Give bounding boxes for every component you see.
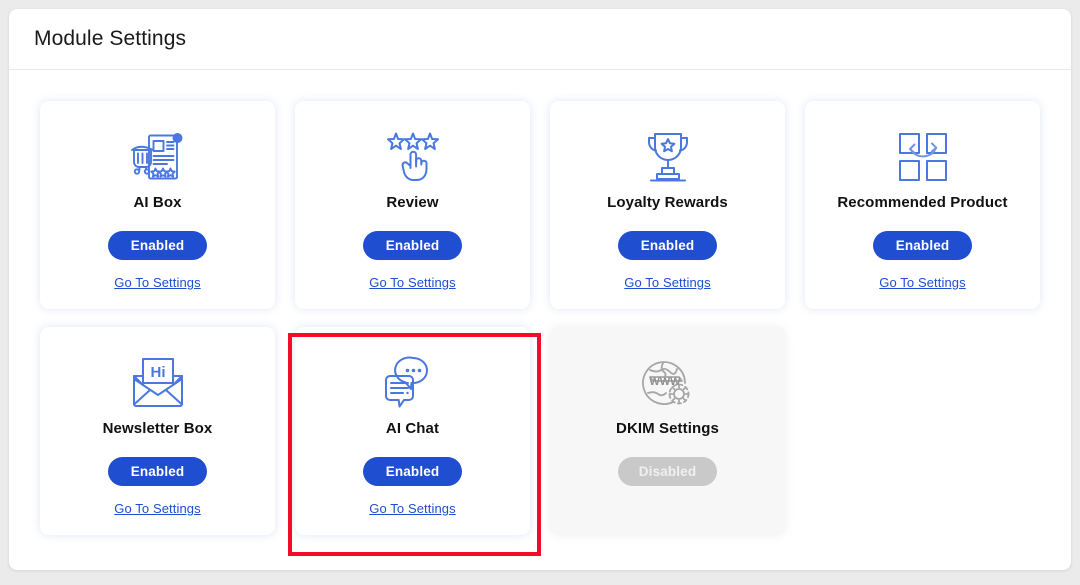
go-to-settings-link[interactable]: Go To Settings	[369, 275, 455, 290]
status-toggle-enabled[interactable]: Enabled	[108, 231, 207, 260]
review-stars-hand-icon	[385, 126, 441, 188]
module-settings-panel: Module Settings AI Box Enabled Go To Setti…	[9, 9, 1071, 570]
module-cell: Loyalty Rewards Enabled Go To Settings	[540, 101, 795, 327]
module-cell: AI Chat Enabled Go To Settings	[285, 327, 540, 553]
module-title: AI Box	[133, 194, 182, 211]
module-title: Review	[386, 194, 439, 211]
svg-text:WWW: WWW	[649, 376, 681, 388]
go-to-settings-link[interactable]: Go To Settings	[369, 501, 455, 516]
svg-text:Hi: Hi	[150, 364, 165, 381]
chat-bubbles-icon	[384, 352, 442, 414]
globe-www-gear-icon: WWW	[641, 352, 695, 414]
status-toggle-enabled[interactable]: Enabled	[873, 231, 972, 260]
status-toggle-enabled[interactable]: Enabled	[363, 457, 462, 486]
go-to-settings-link[interactable]: Go To Settings	[624, 275, 710, 290]
module-title: Recommended Product	[837, 194, 1008, 211]
module-title: Loyalty Rewards	[607, 194, 728, 211]
module-card[interactable]: Loyalty Rewards Enabled Go To Settings	[550, 101, 785, 309]
module-card-grid: AI Box Enabled Go To Settings Review Enable…	[9, 70, 1071, 553]
trophy-icon	[642, 126, 694, 188]
module-card[interactable]: AI Chat Enabled Go To Settings	[295, 327, 530, 535]
module-title: AI Chat	[385, 420, 440, 437]
status-toggle-disabled[interactable]: Disabled	[618, 457, 717, 486]
status-toggle-enabled[interactable]: Enabled	[363, 231, 462, 260]
go-to-settings-link[interactable]: Go To Settings	[114, 501, 200, 516]
module-cell: AI Box Enabled Go To Settings	[30, 101, 285, 327]
page-title: Module Settings	[34, 27, 187, 50]
status-toggle-enabled[interactable]: Enabled	[108, 457, 207, 486]
recommended-product-icon	[897, 126, 949, 188]
panel-header: Module Settings	[9, 9, 1071, 70]
module-card[interactable]: Recommended Product Enabled Go To Settings	[805, 101, 1040, 309]
module-card[interactable]: WWW DKIM Settings Disabled	[550, 327, 785, 535]
module-title: Newsletter Box	[102, 420, 213, 437]
module-cell: Recommended Product Enabled Go To Settings	[795, 101, 1050, 327]
module-card[interactable]: Review Enabled Go To Settings	[295, 101, 530, 309]
status-toggle-enabled[interactable]: Enabled	[618, 231, 717, 260]
module-card[interactable]: Hi Newsletter Box Enabled Go To Settings	[40, 327, 275, 535]
module-title: DKIM Settings	[616, 420, 719, 437]
go-to-settings-link[interactable]: Go To Settings	[879, 275, 965, 290]
module-cell: WWW DKIM Settings Disabled	[540, 327, 795, 553]
module-cell: Review Enabled Go To Settings	[285, 101, 540, 327]
go-to-settings-link[interactable]: Go To Settings	[114, 275, 200, 290]
ai-box-icon	[129, 126, 187, 188]
envelope-hi-icon: Hi	[130, 352, 186, 414]
module-card[interactable]: AI Box Enabled Go To Settings	[40, 101, 275, 309]
module-cell: Hi Newsletter Box Enabled Go To Settings	[30, 327, 285, 553]
